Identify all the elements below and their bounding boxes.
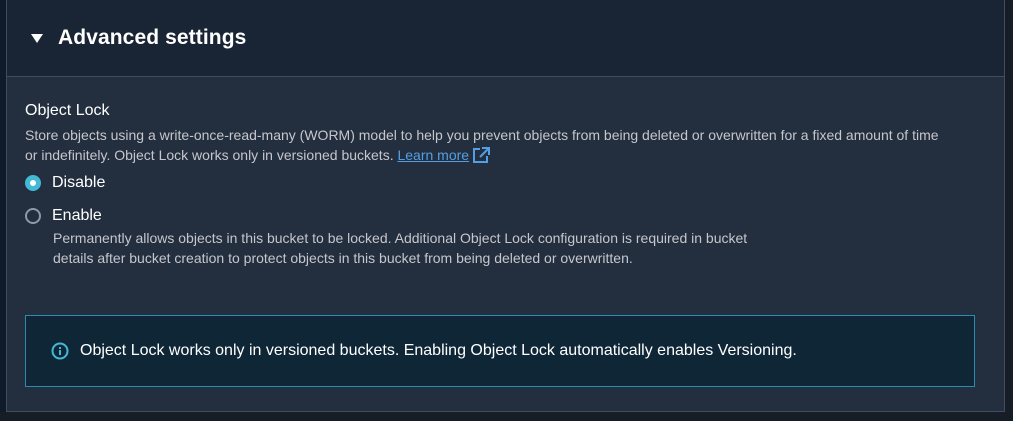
radio-option-enable[interactable]: Enable — [25, 204, 975, 228]
learn-more-label: Learn more — [397, 147, 470, 163]
radio-enable-button[interactable] — [25, 208, 41, 224]
radio-option-disable[interactable]: Disable — [25, 171, 975, 195]
page-bottom-edge — [0, 412, 1013, 421]
learn-more-link[interactable]: Learn more — [397, 145, 491, 165]
radio-disable-button[interactable] — [25, 175, 41, 191]
radio-enable-label: Enable — [52, 207, 102, 224]
info-alert-text: Object Lock works only in versioned buck… — [80, 342, 797, 359]
radio-disable-label: Disable — [52, 174, 106, 191]
object-lock-radio-group: Disable Enable Permanently allows object… — [25, 171, 975, 268]
page-edge — [1005, 0, 1013, 421]
object-lock-label: Object Lock — [25, 102, 110, 119]
advanced-settings-toggle[interactable]: Advanced settings — [31, 18, 246, 58]
object-lock-description: Store objects using a write-once-read-ma… — [25, 125, 945, 165]
radio-enable-description: Permanently allows objects in this bucke… — [53, 230, 748, 266]
info-alert: Object Lock works only in versioned buck… — [25, 315, 975, 387]
caret-down-icon — [31, 34, 43, 43]
panel-title: Advanced settings — [58, 26, 247, 49]
external-link-icon — [473, 146, 491, 163]
object-lock-section: Object Lock Store objects using a write-… — [25, 100, 975, 268]
panel-header: Advanced settings — [7, 0, 1004, 77]
info-icon — [51, 342, 69, 360]
